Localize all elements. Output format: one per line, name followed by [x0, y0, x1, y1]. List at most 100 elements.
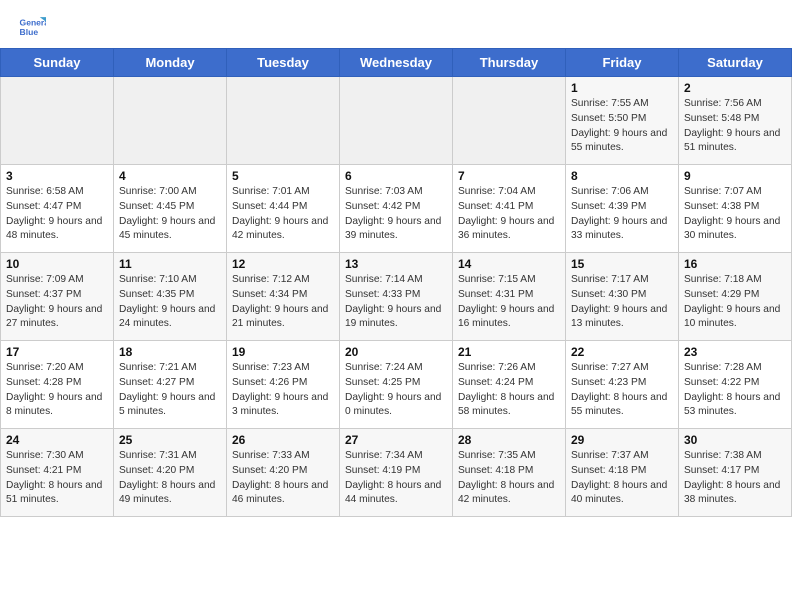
weekday-header-monday: Monday — [114, 49, 227, 77]
calendar-cell: 27 Sunrise: 7:34 AM Sunset: 4:19 PM Dayli… — [340, 429, 453, 517]
calendar-cell: 29 Sunrise: 7:37 AM Sunset: 4:18 PM Dayli… — [566, 429, 679, 517]
calendar-cell: 6 Sunrise: 7:03 AM Sunset: 4:42 PM Daylig… — [340, 165, 453, 253]
calendar-cell: 5 Sunrise: 7:01 AM Sunset: 4:44 PM Daylig… — [227, 165, 340, 253]
day-number: 11 — [119, 257, 221, 271]
calendar-cell: 25 Sunrise: 7:31 AM Sunset: 4:20 PM Dayli… — [114, 429, 227, 517]
weekday-header-friday: Friday — [566, 49, 679, 77]
day-number: 19 — [232, 345, 334, 359]
calendar-cell: 10 Sunrise: 7:09 AM Sunset: 4:37 PM Dayli… — [1, 253, 114, 341]
day-number: 3 — [6, 169, 108, 183]
day-number: 18 — [119, 345, 221, 359]
day-number: 6 — [345, 169, 447, 183]
day-number: 28 — [458, 433, 560, 447]
weekday-header-wednesday: Wednesday — [340, 49, 453, 77]
calendar-cell: 23 Sunrise: 7:28 AM Sunset: 4:22 PM Dayli… — [679, 341, 792, 429]
cell-info: Sunrise: 7:20 AM Sunset: 4:28 PM Dayligh… — [6, 361, 108, 420]
day-number: 21 — [458, 345, 560, 359]
cell-info: Sunrise: 7:03 AM Sunset: 4:42 PM Dayligh… — [345, 185, 447, 244]
svg-text:General: General — [20, 18, 46, 28]
calendar-week-1: 1Sunrise: 7:55 AM Sunset: 5:50 PM Daylig… — [1, 77, 792, 165]
calendar-cell: 8 Sunrise: 7:06 AM Sunset: 4:39 PM Daylig… — [566, 165, 679, 253]
calendar-cell: 24 Sunrise: 7:30 AM Sunset: 4:21 PM Dayli… — [1, 429, 114, 517]
cell-info: Sunrise: 7:10 AM Sunset: 4:35 PM Dayligh… — [119, 273, 221, 332]
cell-info: Sunrise: 6:58 AM Sunset: 4:47 PM Dayligh… — [6, 185, 108, 244]
cell-info: Sunrise: 7:09 AM Sunset: 4:37 PM Dayligh… — [6, 273, 108, 332]
day-number: 5 — [232, 169, 334, 183]
calendar-cell: 30 Sunrise: 7:38 AM Sunset: 4:17 PM Dayli… — [679, 429, 792, 517]
calendar-cell — [340, 77, 453, 165]
day-number: 25 — [119, 433, 221, 447]
calendar-cell: 9 Sunrise: 7:07 AM Sunset: 4:38 PM Daylig… — [679, 165, 792, 253]
cell-info: Sunrise: 7:31 AM Sunset: 4:20 PM Dayligh… — [119, 449, 221, 508]
cell-info: Sunrise: 7:33 AM Sunset: 4:20 PM Dayligh… — [232, 449, 334, 508]
day-number: 30 — [684, 433, 786, 447]
cell-info: Sunrise: 7:12 AM Sunset: 4:34 PM Dayligh… — [232, 273, 334, 332]
cell-info: Sunrise: 7:01 AM Sunset: 4:44 PM Dayligh… — [232, 185, 334, 244]
calendar-header: SundayMondayTuesdayWednesdayThursdayFrid… — [1, 49, 792, 77]
day-number: 1 — [571, 81, 673, 95]
calendar-cell: 1Sunrise: 7:55 AM Sunset: 5:50 PM Daylig… — [566, 77, 679, 165]
calendar-week-5: 24 Sunrise: 7:30 AM Sunset: 4:21 PM Dayli… — [1, 429, 792, 517]
cell-info: Sunrise: 7:14 AM Sunset: 4:33 PM Dayligh… — [345, 273, 447, 332]
calendar-cell: 19 Sunrise: 7:23 AM Sunset: 4:26 PM Dayli… — [227, 341, 340, 429]
day-number: 27 — [345, 433, 447, 447]
calendar-cell: 20Sunrise: 7:24 AM Sunset: 4:25 PM Dayli… — [340, 341, 453, 429]
calendar-week-3: 10 Sunrise: 7:09 AM Sunset: 4:37 PM Dayli… — [1, 253, 792, 341]
cell-info: Sunrise: 7:26 AM Sunset: 4:24 PM Dayligh… — [458, 361, 560, 420]
day-number: 10 — [6, 257, 108, 271]
calendar-cell: 4Sunrise: 7:00 AM Sunset: 4:45 PM Daylig… — [114, 165, 227, 253]
day-number: 24 — [6, 433, 108, 447]
cell-info: Sunrise: 7:21 AM Sunset: 4:27 PM Dayligh… — [119, 361, 221, 420]
cell-info: Sunrise: 7:06 AM Sunset: 4:39 PM Dayligh… — [571, 185, 673, 244]
weekday-header-saturday: Saturday — [679, 49, 792, 77]
calendar-cell: 15 Sunrise: 7:17 AM Sunset: 4:30 PM Dayli… — [566, 253, 679, 341]
svg-text:Blue: Blue — [20, 27, 39, 37]
weekday-header-sunday: Sunday — [1, 49, 114, 77]
calendar-cell: 13 Sunrise: 7:14 AM Sunset: 4:33 PM Dayli… — [340, 253, 453, 341]
cell-info: Sunrise: 7:37 AM Sunset: 4:18 PM Dayligh… — [571, 449, 673, 508]
cell-info: Sunrise: 7:07 AM Sunset: 4:38 PM Dayligh… — [684, 185, 786, 244]
cell-info: Sunrise: 7:28 AM Sunset: 4:22 PM Dayligh… — [684, 361, 786, 420]
day-number: 22 — [571, 345, 673, 359]
cell-info: Sunrise: 7:00 AM Sunset: 4:45 PM Dayligh… — [119, 185, 221, 244]
day-number: 20 — [345, 345, 447, 359]
day-number: 8 — [571, 169, 673, 183]
day-number: 9 — [684, 169, 786, 183]
cell-info: Sunrise: 7:30 AM Sunset: 4:21 PM Dayligh… — [6, 449, 108, 508]
page-header: General Blue — [0, 0, 792, 48]
calendar-week-2: 3 Sunrise: 6:58 AM Sunset: 4:47 PM Daylig… — [1, 165, 792, 253]
day-number: 23 — [684, 345, 786, 359]
day-number: 29 — [571, 433, 673, 447]
cell-info: Sunrise: 7:17 AM Sunset: 4:30 PM Dayligh… — [571, 273, 673, 332]
day-number: 16 — [684, 257, 786, 271]
calendar-cell: 22Sunrise: 7:27 AM Sunset: 4:23 PM Dayli… — [566, 341, 679, 429]
cell-info: Sunrise: 7:04 AM Sunset: 4:41 PM Dayligh… — [458, 185, 560, 244]
cell-info: Sunrise: 7:34 AM Sunset: 4:19 PM Dayligh… — [345, 449, 447, 508]
logo: General Blue — [18, 14, 50, 42]
day-number: 13 — [345, 257, 447, 271]
calendar-cell: 18 Sunrise: 7:21 AM Sunset: 4:27 PM Dayli… — [114, 341, 227, 429]
calendar-cell: 26Sunrise: 7:33 AM Sunset: 4:20 PM Dayli… — [227, 429, 340, 517]
calendar-cell — [1, 77, 114, 165]
calendar-cell: 2Sunrise: 7:56 AM Sunset: 5:48 PM Daylig… — [679, 77, 792, 165]
day-number: 12 — [232, 257, 334, 271]
day-number: 7 — [458, 169, 560, 183]
cell-info: Sunrise: 7:23 AM Sunset: 4:26 PM Dayligh… — [232, 361, 334, 420]
day-number: 14 — [458, 257, 560, 271]
calendar-cell: 11 Sunrise: 7:10 AM Sunset: 4:35 PM Dayli… — [114, 253, 227, 341]
calendar-week-4: 17 Sunrise: 7:20 AM Sunset: 4:28 PM Dayli… — [1, 341, 792, 429]
cell-info: Sunrise: 7:15 AM Sunset: 4:31 PM Dayligh… — [458, 273, 560, 332]
cell-info: Sunrise: 7:18 AM Sunset: 4:29 PM Dayligh… — [684, 273, 786, 332]
calendar-cell — [114, 77, 227, 165]
day-number: 17 — [6, 345, 108, 359]
calendar-cell: 12 Sunrise: 7:12 AM Sunset: 4:34 PM Dayli… — [227, 253, 340, 341]
calendar-cell: 3 Sunrise: 6:58 AM Sunset: 4:47 PM Daylig… — [1, 165, 114, 253]
calendar-cell: 14 Sunrise: 7:15 AM Sunset: 4:31 PM Dayli… — [453, 253, 566, 341]
cell-info: Sunrise: 7:38 AM Sunset: 4:17 PM Dayligh… — [684, 449, 786, 508]
calendar-cell: 16 Sunrise: 7:18 AM Sunset: 4:29 PM Dayli… — [679, 253, 792, 341]
calendar-cell: 28Sunrise: 7:35 AM Sunset: 4:18 PM Dayli… — [453, 429, 566, 517]
weekday-header-tuesday: Tuesday — [227, 49, 340, 77]
day-number: 15 — [571, 257, 673, 271]
calendar-cell — [453, 77, 566, 165]
day-number: 2 — [684, 81, 786, 95]
